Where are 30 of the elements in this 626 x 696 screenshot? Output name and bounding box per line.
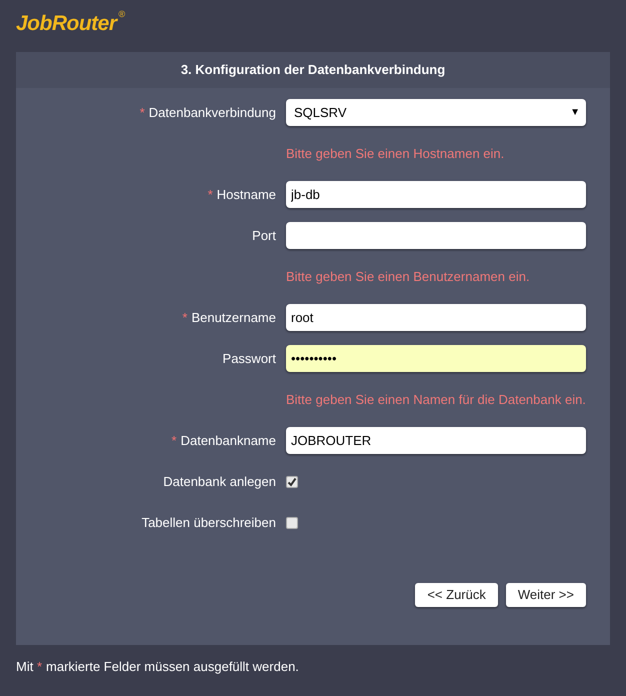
field-label: Benutzername [191,310,276,325]
registered-mark: ® [118,8,126,21]
field-label: Passwort [222,350,276,366]
field-label: Datenbank anlegen [163,474,276,489]
field-label: Hostname [216,186,276,202]
required-marker: * [182,310,188,325]
input-field[interactable]: •••••••••• [286,345,586,372]
input-field[interactable] [286,222,586,249]
required-fields-note: Mit * markierte Felder müssen ausgefüllt werden. [16,658,300,676]
error-message: Bitte geben Sie einen Hostnamen ein. [286,144,504,163]
error-message: Bitte geben Sie einen Benutzernamen ein. [286,268,530,286]
input-field[interactable]: JOBROUTER [286,427,586,454]
field-label: Port [252,228,276,243]
field-label: Datenbankname [180,432,276,448]
field-label: Datenbankverbindung [148,104,276,120]
select-field[interactable]: SQLSRV ▼ [286,99,586,126]
checkbox[interactable] [286,516,298,528]
back-button[interactable]: << Zurück [415,583,498,607]
field-label: Tabellen überschreiben [142,514,276,530]
error-message: Bitte geben Sie einen Namen für die Datenbank ein. [286,390,586,409]
caret-icon: ▼ [570,105,580,120]
required-marker: * [172,432,177,448]
panel-title: 3. Konfiguration der Datenbankverbindung [180,61,446,80]
next-button[interactable]: Weiter >> [506,583,586,607]
input-field[interactable]: root [286,304,586,331]
logo-text: JobRouter [16,11,116,37]
required-marker: * [140,104,145,120]
input-field[interactable]: jb-db [286,181,586,208]
required-marker: * [208,186,213,202]
checkbox[interactable] [286,476,298,488]
